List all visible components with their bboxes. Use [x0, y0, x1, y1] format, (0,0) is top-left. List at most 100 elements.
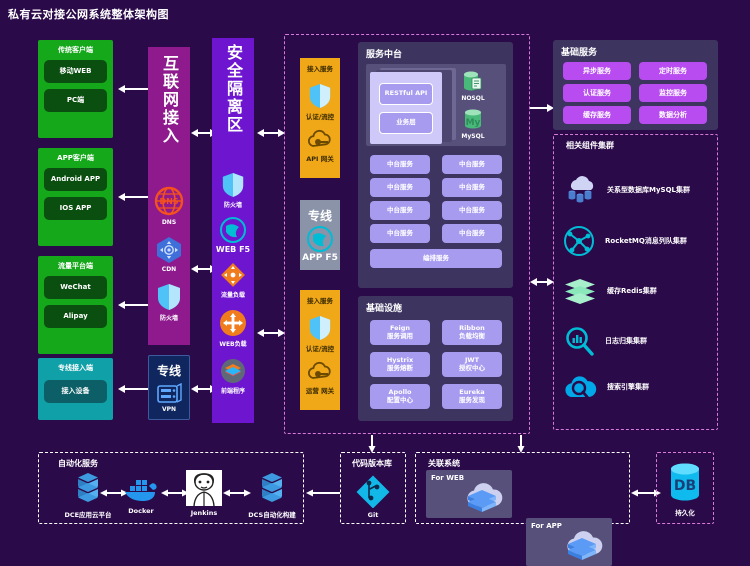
automation-item-dcs[interactable]: DCS自动化构建 [240, 472, 304, 519]
related-system-app[interactable]: For APP [526, 518, 612, 566]
cluster-row-redis[interactable]: 缓存Redis集群 [563, 277, 713, 305]
access-service-column-1[interactable]: 接入服务 认证/流控 API 网关 [300, 58, 340, 178]
mysql-label: MySQL [461, 133, 485, 140]
restful-api-chip[interactable]: RESTful API [379, 82, 433, 105]
cluster-row-search[interactable]: 搜索引擎集群 [563, 372, 713, 402]
cluster-row-rocketmq[interactable]: RocketMQ消息列队集群 [563, 225, 713, 257]
cluster-row-log[interactable]: 日志归集集群 [563, 325, 713, 357]
app-f5-card[interactable]: 专线 APP F5 [300, 200, 340, 270]
vpn-icon [156, 383, 182, 405]
automation-item-jenkins[interactable]: Jenkins [182, 470, 226, 517]
web-f5-label: WEB F5 [215, 245, 251, 254]
api-gateway-label: API 网关 [306, 155, 334, 163]
basic-service-analysis[interactable]: 数据分析 [639, 106, 707, 124]
automation-item-label: DCE应用云平台 [64, 511, 112, 519]
access-service-column-2[interactable]: 接入服务 认证/流控 运营 网关 [300, 290, 340, 410]
infra-chip-apollo[interactable]: Apollo 配置中心 [370, 384, 430, 409]
platform-service-chip[interactable]: 中台服务 [370, 155, 430, 174]
client-card-dedicated-line[interactable]: 专线接入端 接入设备 [38, 358, 113, 420]
sec-firewall-block[interactable]: 防火墙 [221, 172, 245, 209]
log-search-icon [563, 325, 595, 357]
code-repo-git[interactable]: Git [350, 474, 396, 519]
mysql-block[interactable]: My MySQL [461, 108, 485, 140]
client-item-ios[interactable]: IOS APP [44, 197, 107, 220]
internet-access-column[interactable]: 互联网接入 DNS DNS CDN 防火墙 [148, 47, 190, 345]
basic-service-cache[interactable]: 缓存服务 [563, 106, 631, 124]
platform-service-chip[interactable]: 中台服务 [370, 178, 430, 197]
dns-block[interactable]: DNS DNS [153, 185, 185, 226]
client-item-mobile-web[interactable]: 移动WEB [44, 60, 107, 83]
basic-service-async[interactable]: 异步服务 [563, 62, 631, 80]
dedicated-line-vpn-card[interactable]: 专线 VPN [148, 355, 190, 420]
automation-title: 自动化服务 [58, 459, 98, 468]
basic-service-timer[interactable]: 定时服务 [639, 62, 707, 80]
infra-chip-desc: 服务熔断 [387, 363, 413, 372]
client-item-alipay[interactable]: Alipay [44, 305, 107, 328]
frontend-app-block[interactable]: 前端程序 [220, 358, 246, 395]
basic-service-auth[interactable]: 认证服务 [563, 84, 631, 102]
infrastructure-panel[interactable]: 基础设施 Feign 服务调用 Ribbon 负载均衡 Hystrix 服务熔断… [358, 296, 513, 421]
operation-gateway-label: 运营 网关 [305, 387, 335, 395]
arrow-security-access-top [256, 126, 286, 140]
client-card-traffic-platform[interactable]: 流量平台端 WeChat Alipay [38, 256, 113, 354]
cluster-row-mysql[interactable]: 关系型数据库MySQL集群 [563, 175, 713, 205]
api-gateway-icon [306, 361, 334, 383]
firewall-block[interactable]: 防火墙 [156, 283, 182, 322]
client-item-android[interactable]: Android APP [44, 168, 107, 191]
persistence-db[interactable]: DB 持久化 [663, 462, 707, 517]
basic-services-panel[interactable]: 基础服务 异步服务 定时服务 认证服务 监控服务 缓存服务 数据分析 [553, 40, 718, 130]
automation-item-docker[interactable]: Docker [118, 474, 164, 515]
security-isolation-column[interactable]: 安全隔离区 防火墙 WEB F5 流量负载 WEB负载 前端程序 [212, 38, 254, 423]
platform-service-chip[interactable]: 中台服务 [442, 178, 502, 197]
infrastructure-title: 基础设施 [366, 304, 403, 314]
platform-service-chip[interactable]: 中台服务 [442, 201, 502, 220]
app-f5-label: APP F5 [302, 253, 338, 263]
shield-icon [308, 83, 332, 109]
platform-service-chip[interactable]: 中台服务 [370, 224, 430, 243]
sec-firewall-label: 防火墙 [223, 202, 242, 209]
platform-service-chip[interactable]: 中台服务 [442, 155, 502, 174]
cdn-block[interactable]: CDN [155, 236, 183, 273]
git-icon [355, 474, 391, 508]
client-card-app[interactable]: APP客户端 Android APP IOS APP [38, 148, 113, 246]
code-repo-title: 代码版本库 [352, 459, 392, 468]
client-item-access-device[interactable]: 接入设备 [44, 380, 107, 403]
orchestration-service-chip[interactable]: 编排服务 [370, 249, 502, 268]
infra-chip-hystrix[interactable]: Hystrix 服务熔断 [370, 352, 430, 377]
client-card-title: 流量平台端 [58, 262, 93, 270]
client-item-pc[interactable]: PC端 [44, 89, 107, 112]
code-repo-label: Git [367, 511, 379, 519]
jenkins-icon [186, 470, 222, 506]
traffic-balance-block[interactable]: 流量负载 [220, 262, 246, 299]
platform-service-chip[interactable]: 中台服务 [442, 224, 502, 243]
client-item-wechat[interactable]: WeChat [44, 276, 107, 299]
basic-service-monitor[interactable]: 监控服务 [639, 84, 707, 102]
search-engine-icon [563, 372, 597, 402]
client-card-traditional[interactable]: 传统客户端 移动WEB PC端 [38, 40, 113, 138]
service-center-inner: RESTful API 业务层 NOSQL My MySQL [366, 64, 506, 146]
cdn-label: CDN [161, 266, 177, 273]
vpn-label: VPN [161, 406, 177, 413]
access-service-title: 接入服务 [307, 297, 333, 305]
arrow-security-access-mid [256, 326, 286, 340]
service-center-panel[interactable]: 服务中台 RESTful API 业务层 NOSQL My MySQL 中台服务… [358, 42, 513, 288]
infra-chip-jwt[interactable]: JWT 授权中心 [442, 352, 502, 377]
frontend-app-icon [220, 358, 246, 384]
cluster-label: RocketMQ消息列队集群 [605, 237, 687, 245]
business-layer-chip[interactable]: 业务层 [379, 111, 433, 134]
web-f5-block[interactable]: WEB F5 [216, 217, 250, 254]
infra-chip-eureka[interactable]: Eureka 服务发现 [442, 384, 502, 409]
nosql-block[interactable]: NOSQL [461, 70, 485, 102]
infra-chip-ribbon[interactable]: Ribbon 负载均衡 [442, 320, 502, 345]
mysql-icon: My [461, 108, 485, 132]
dns-icon: DNS [153, 185, 185, 217]
platform-service-chip[interactable]: 中台服务 [370, 201, 430, 220]
web-balance-block[interactable]: WEB负载 [219, 309, 247, 348]
redis-icon [563, 277, 597, 305]
nosql-label: NOSQL [461, 95, 485, 102]
cloud-stack-icon [556, 524, 604, 564]
related-system-web[interactable]: For WEB [426, 470, 512, 518]
traffic-balance-label: 流量负载 [220, 292, 245, 299]
infra-chip-feign[interactable]: Feign 服务调用 [370, 320, 430, 345]
arrow-coderepo-automation [305, 487, 341, 499]
